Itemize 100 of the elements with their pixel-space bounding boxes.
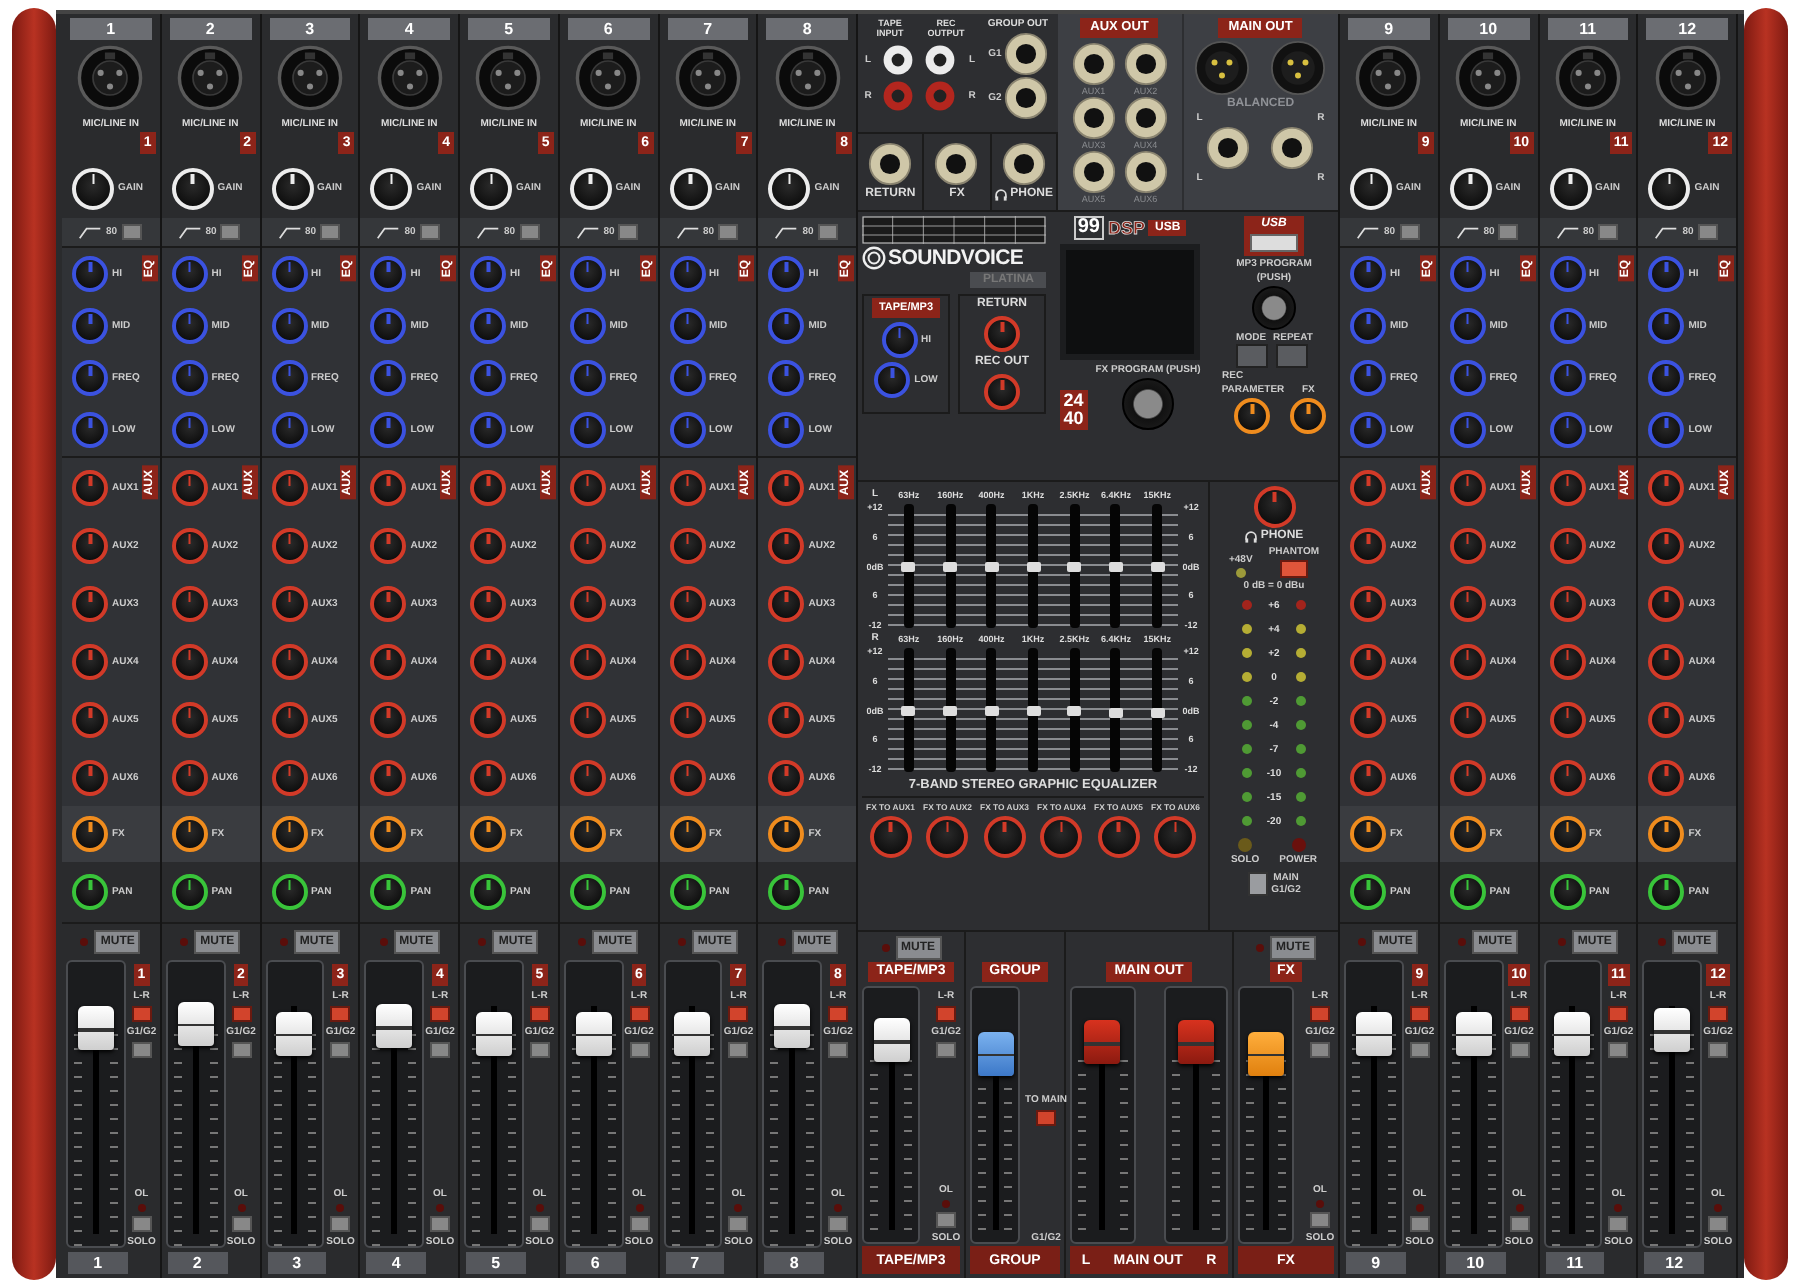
fx-knob[interactable]: [171, 816, 208, 852]
low-cut-button[interactable]: [121, 224, 142, 240]
eq-knob[interactable]: [72, 256, 108, 292]
jack-icon[interactable]: [1123, 42, 1168, 86]
fx-send-knob[interactable]: [869, 816, 912, 858]
aux-knob[interactable]: [768, 469, 805, 505]
aux-knob[interactable]: [171, 701, 208, 737]
eq-knob[interactable]: [171, 308, 208, 344]
gain-knob[interactable]: [768, 167, 811, 209]
low-cut-button[interactable]: [618, 224, 639, 240]
aux-knob[interactable]: [569, 469, 606, 505]
gain-knob[interactable]: [1350, 167, 1392, 209]
aux-knob[interactable]: [1549, 469, 1585, 505]
low-cut-button[interactable]: [1697, 224, 1718, 240]
assign-button[interactable]: [1608, 1042, 1629, 1058]
eq-knob[interactable]: [1648, 360, 1685, 396]
aux-knob[interactable]: [72, 701, 108, 737]
fader-knob[interactable]: [1355, 1011, 1392, 1056]
pan-knob[interactable]: [1648, 874, 1685, 910]
combo-jack-icon[interactable]: [1553, 44, 1622, 112]
xlr-jack-icon[interactable]: [1194, 40, 1251, 96]
aux-knob[interactable]: [370, 701, 407, 737]
eq-knob[interactable]: [1449, 360, 1486, 396]
eq-knob[interactable]: [1350, 360, 1386, 396]
aux-knob[interactable]: [1350, 527, 1386, 563]
aux-knob[interactable]: [271, 527, 307, 563]
gain-knob[interactable]: [72, 167, 114, 209]
solo-button[interactable]: [629, 1216, 649, 1232]
aux-knob[interactable]: [370, 469, 407, 505]
aux-knob[interactable]: [470, 701, 506, 737]
eq-knob[interactable]: [470, 308, 506, 344]
aux-knob[interactable]: [1648, 585, 1685, 621]
fx-knob[interactable]: [72, 816, 108, 852]
solo-button[interactable]: [828, 1216, 848, 1232]
aux-knob[interactable]: [1648, 701, 1685, 737]
eq-knob[interactable]: [1648, 256, 1685, 292]
assign-button[interactable]: [330, 1042, 351, 1058]
aux-knob[interactable]: [768, 643, 805, 679]
fader-knob[interactable]: [276, 1011, 313, 1056]
combo-jack-icon[interactable]: [176, 44, 245, 112]
eq-knob[interactable]: [72, 360, 108, 396]
solo-button[interactable]: [1708, 1216, 1728, 1232]
aux-knob[interactable]: [470, 469, 506, 505]
solo-button[interactable]: [1409, 1216, 1430, 1232]
assign-button[interactable]: [131, 1006, 152, 1022]
combo-jack-icon[interactable]: [773, 44, 842, 112]
aux-knob[interactable]: [768, 585, 805, 621]
eq-knob[interactable]: [669, 412, 705, 448]
aux-knob[interactable]: [1449, 643, 1486, 679]
fx-program-knob[interactable]: [1122, 378, 1174, 430]
combo-jack-icon[interactable]: [474, 44, 543, 112]
phantom-button[interactable]: [1279, 560, 1308, 578]
fx-knob[interactable]: [1648, 816, 1685, 852]
aux-knob[interactable]: [569, 527, 606, 563]
fx-send-knob[interactable]: [983, 816, 1026, 858]
main-switch[interactable]: [1247, 872, 1268, 896]
aux-knob[interactable]: [569, 643, 606, 679]
fx-knob[interactable]: [669, 816, 705, 852]
aux-knob[interactable]: [1648, 759, 1685, 795]
eq-knob[interactable]: [874, 362, 911, 398]
combo-jack-icon[interactable]: [673, 44, 742, 112]
aux-knob[interactable]: [1549, 643, 1585, 679]
eq-slider-knob[interactable]: [1150, 708, 1165, 719]
jack-icon[interactable]: [934, 142, 979, 187]
eq-knob[interactable]: [271, 412, 307, 448]
jack-icon[interactable]: [1003, 76, 1048, 120]
gain-knob[interactable]: [569, 167, 612, 209]
eq-slider-knob[interactable]: [984, 561, 999, 571]
combo-jack-icon[interactable]: [76, 44, 145, 112]
aux-knob[interactable]: [1648, 643, 1685, 679]
fader-knob[interactable]: [177, 1001, 214, 1046]
pan-knob[interactable]: [1449, 874, 1486, 910]
fx-send-knob[interactable]: [1097, 816, 1140, 858]
gain-knob[interactable]: [1549, 167, 1591, 209]
return-knob[interactable]: [984, 316, 1020, 352]
aux-knob[interactable]: [569, 759, 606, 795]
low-cut-button[interactable]: [718, 224, 739, 240]
eq-slider-knob[interactable]: [984, 705, 999, 715]
low-cut-button[interactable]: [1498, 224, 1519, 240]
eq-slider-knob[interactable]: [1067, 561, 1082, 571]
eq-knob[interactable]: [72, 412, 108, 448]
fader-knob[interactable]: [475, 1011, 512, 1056]
eq-knob[interactable]: [669, 256, 705, 292]
rca-jack-icon[interactable]: [882, 44, 914, 76]
aux-knob[interactable]: [370, 527, 407, 563]
pan-knob[interactable]: [768, 874, 805, 910]
assign-button[interactable]: [728, 1042, 749, 1058]
aux-knob[interactable]: [669, 469, 705, 505]
aux-knob[interactable]: [370, 585, 407, 621]
jack-icon[interactable]: [1071, 96, 1116, 140]
assign-button[interactable]: [529, 1042, 550, 1058]
eq-knob[interactable]: [171, 256, 208, 292]
aux-knob[interactable]: [370, 643, 407, 679]
eq-knob[interactable]: [1449, 412, 1486, 448]
jack-icon[interactable]: [1001, 142, 1046, 187]
eq-knob[interactable]: [569, 256, 606, 292]
fader-knob[interactable]: [774, 1004, 811, 1049]
aux-knob[interactable]: [768, 701, 805, 737]
aux-knob[interactable]: [1350, 701, 1386, 737]
eq-slider-knob[interactable]: [901, 561, 916, 571]
